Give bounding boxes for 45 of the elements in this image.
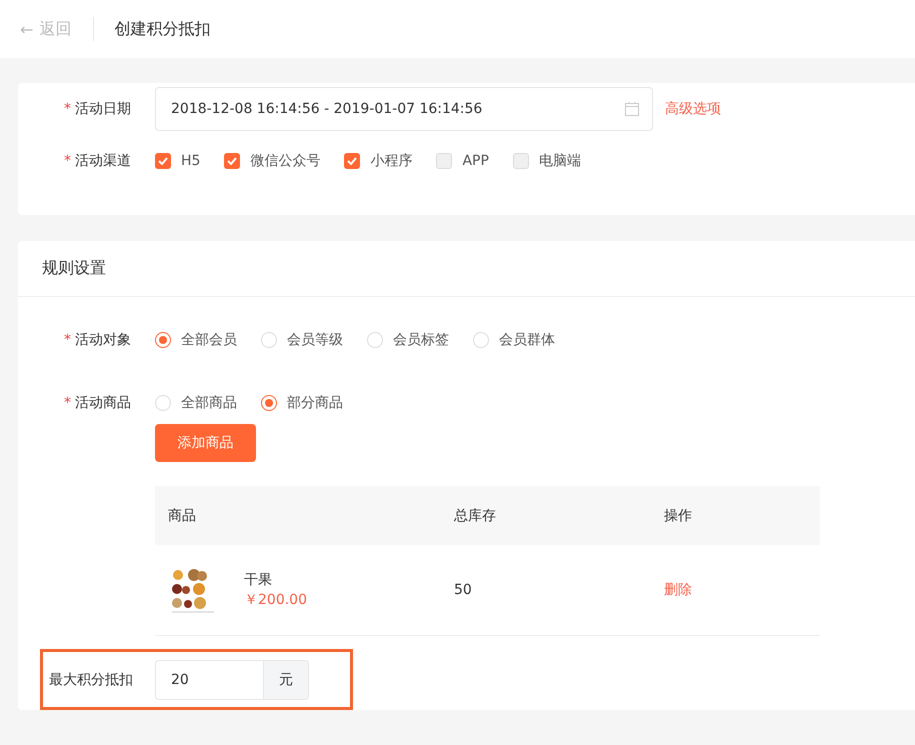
checkbox[interactable] — [224, 153, 240, 169]
field-label: 活动渠道 — [75, 153, 131, 169]
required-mark: * — [64, 332, 71, 348]
advanced-options-link[interactable]: 高级选项 — [665, 100, 721, 118]
radio-label: 会员群体 — [499, 331, 555, 349]
field-label: 活动日期 — [75, 101, 131, 117]
check-icon — [347, 157, 358, 165]
date-range-field[interactable]: 2018-12-08 16:14:56 - 2019-01-07 16:14:56 — [155, 87, 653, 131]
field-label: 活动对象 — [75, 332, 131, 348]
radio-label: 全部会员 — [181, 331, 237, 349]
back-arrow-icon: ← — [20, 20, 34, 38]
checkbox-label: 电脑端 — [538, 152, 581, 170]
back-link[interactable]: ← 返回 — [20, 18, 72, 40]
checkbox[interactable] — [155, 153, 171, 169]
radio-button[interactable] — [261, 395, 277, 411]
checkbox-label: H5 — [181, 153, 200, 169]
column-header: 商品 — [155, 486, 453, 545]
required-mark: * — [64, 153, 71, 169]
radio-button[interactable] — [155, 332, 171, 348]
required-mark: * — [64, 101, 71, 117]
calendar-icon — [624, 101, 640, 117]
checkbox-label: 微信公众号 — [250, 152, 320, 170]
field-label: 活动商品 — [75, 395, 131, 411]
field-label: 最大积分抵扣 — [49, 672, 133, 688]
check-icon — [158, 157, 168, 165]
delete-link[interactable]: 删除 — [664, 582, 692, 598]
page-title: 创建积分抵扣 — [114, 18, 210, 40]
product-name: 干果 — [244, 571, 273, 589]
radio-label: 全部商品 — [181, 394, 237, 412]
checkbox-label: 小程序 — [370, 152, 412, 170]
checkbox[interactable] — [344, 153, 360, 169]
unit-addon: 元 — [263, 660, 308, 698]
column-header: 操作 — [663, 486, 820, 545]
product-price: ￥200.00 — [244, 591, 307, 609]
points-input-field[interactable]: 20 元 — [155, 660, 309, 700]
required-mark: * — [64, 395, 71, 411]
check-icon — [227, 157, 238, 165]
radio-label: 会员标签 — [393, 331, 449, 349]
radio-label: 部分商品 — [287, 394, 343, 412]
column-header: 总库存 — [453, 486, 663, 545]
add-product-button[interactable]: 添加商品 — [155, 424, 256, 462]
radio-label: 会员等级 — [287, 331, 343, 349]
table-cell: 50 — [453, 545, 663, 636]
checkbox-label: APP — [462, 153, 489, 169]
section-title: 规则设置 — [41, 257, 107, 279]
